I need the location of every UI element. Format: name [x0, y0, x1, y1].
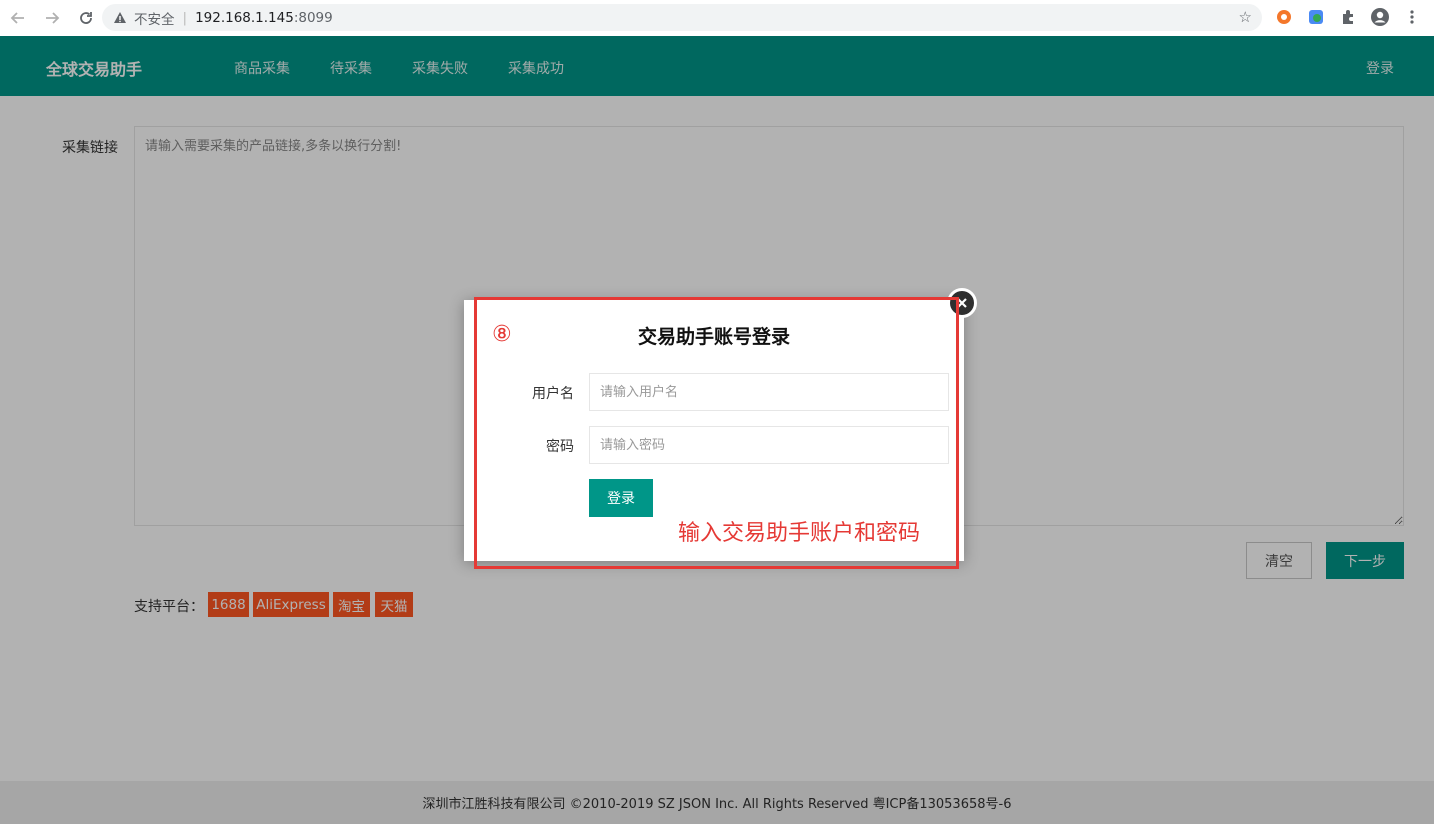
dialog-login-button[interactable]: 登录 — [589, 479, 653, 517]
insecure-label: 不安全 — [134, 11, 175, 28]
extension-translate-icon[interactable] — [1306, 7, 1326, 27]
dialog-title: 交易助手账号登录 — [637, 326, 790, 348]
username-input[interactable] — [589, 373, 949, 411]
browser-toolbar: 不安全 | 192.168.1.145:8099 ☆ — [0, 0, 1434, 36]
reload-icon[interactable] — [74, 6, 98, 30]
extension-orange-icon[interactable] — [1274, 7, 1294, 27]
forward-arrow-icon[interactable] — [40, 6, 64, 30]
url-separator: | — [182, 9, 188, 26]
warning-icon — [112, 10, 128, 26]
annotation-note: 输入交易助手账户和密码 — [678, 521, 921, 546]
more-menu-icon[interactable] — [1402, 7, 1422, 27]
close-dialog-icon[interactable] — [947, 288, 977, 318]
back-arrow-icon[interactable] — [6, 6, 30, 30]
url-port: :8099 — [293, 9, 333, 26]
password-label: 密码 — [546, 439, 574, 455]
annotation-step-number: ⑧ — [492, 322, 512, 347]
bookmark-star-icon[interactable]: ☆ — [1239, 8, 1252, 26]
profile-avatar-icon[interactable] — [1370, 7, 1390, 27]
address-bar[interactable]: 不安全 | 192.168.1.145:8099 ☆ — [102, 4, 1262, 31]
url-host: 192.168.1.145 — [195, 9, 294, 26]
puzzle-extensions-icon[interactable] — [1338, 7, 1358, 27]
password-input[interactable] — [589, 426, 949, 464]
username-label: 用户名 — [532, 386, 574, 402]
